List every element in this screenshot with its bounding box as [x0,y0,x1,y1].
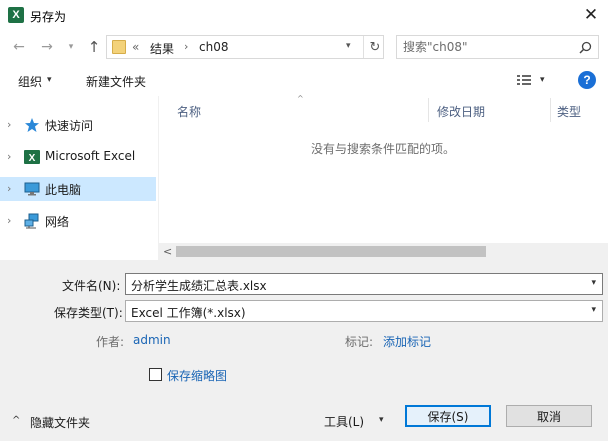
view-options-icon[interactable] [516,73,532,87]
column-separator[interactable] [428,98,429,122]
svg-text:X: X [29,153,36,164]
chevron-right-icon[interactable]: › [7,182,11,195]
filetype-select[interactable]: Excel 工作簿(*.xlsx) ▾ [125,300,603,322]
new-folder-button[interactable]: 新建文件夹 [86,73,146,90]
empty-results-message: 没有与搜索条件匹配的项。 [311,142,456,156]
chevron-down-icon[interactable]: ▾ [540,75,545,85]
chevron-right-icon[interactable]: › [7,214,11,227]
window-title: 另存为 [30,10,67,24]
network-icon [24,213,40,229]
save-thumbnail-checkbox[interactable] [149,368,162,381]
up-arrow-icon[interactable]: ↑ [84,37,104,57]
pane-divider[interactable] [158,96,159,260]
sidebar-item-label: 网络 [45,215,70,229]
chevron-down-icon[interactable]: ▾ [47,75,52,85]
chevron-right-icon[interactable]: › [7,118,11,131]
save-button[interactable]: 保存(S) [405,405,491,427]
breadcrumb-separator-icon[interactable]: › [184,40,188,53]
filename-label: 文件名(N): [62,279,121,293]
tools-button[interactable]: 工具(L) [324,413,364,430]
sidebar-item-quick-access[interactable]: › 快速访问 [0,113,156,137]
cancel-button[interactable]: 取消 [506,405,592,427]
filename-value[interactable]: 分析学生成绩汇总表.xlsx [131,277,267,294]
close-icon[interactable]: ✕ [580,4,602,26]
search-icon[interactable] [577,39,593,55]
column-separator[interactable] [550,98,551,122]
scrollbar-thumb[interactable] [176,246,486,257]
save-thumbnail-label[interactable]: 保存缩略图 [167,367,227,384]
excel-icon: X [24,149,40,165]
sidebar-item-network[interactable]: › 网络 [0,209,156,233]
address-divider [363,36,364,58]
folder-icon [112,40,126,54]
chevron-right-icon[interactable]: › [7,150,11,163]
breadcrumb-item[interactable]: 结果 [150,40,174,57]
chevron-down-icon[interactable]: ▾ [379,415,384,425]
breadcrumb-overflow[interactable]: « [132,40,139,54]
chevron-down-icon[interactable]: ▾ [591,278,596,288]
column-header-name[interactable]: 名称 [177,103,201,120]
address-dropdown-icon[interactable]: ▾ [346,41,351,51]
back-arrow-icon[interactable]: ← [9,37,29,57]
hide-folders-button[interactable]: 隐藏文件夹 [30,414,90,431]
breadcrumb-item[interactable]: ch08 [199,40,228,54]
computer-icon [24,181,40,197]
address-bar[interactable]: « 结果 › ch08 ▾ ↻ [106,35,384,59]
scroll-left-icon[interactable]: < [163,245,172,258]
chevron-down-icon[interactable]: ▾ [591,305,596,315]
sidebar-item-label: 快速访问 [45,119,94,133]
title-bar [0,0,608,32]
tags-label: 标记: [345,335,374,349]
author-label: 作者: [96,335,125,349]
column-header-modified[interactable]: 修改日期 [437,103,485,120]
filename-field[interactable]: 分析学生成绩汇总表.xlsx ▾ [125,273,603,295]
forward-arrow-icon[interactable]: → [37,37,57,57]
help-icon[interactable]: ? [578,71,596,89]
add-tags-link[interactable]: 添加标记 [383,333,431,350]
column-header-type[interactable]: 类型 [557,103,581,120]
filetype-label: 保存类型(T): [54,306,123,320]
horizontal-scrollbar[interactable]: < [159,243,608,260]
recent-locations-chevron-icon[interactable]: ▾ [64,39,78,55]
author-value[interactable]: admin [133,333,171,347]
sidebar-item-label: Microsoft Excel [45,149,136,163]
search-box[interactable] [396,35,599,59]
organize-button[interactable]: 组织 [18,73,42,90]
search-input[interactable] [403,39,573,55]
filetype-value[interactable]: Excel 工作簿(*.xlsx) [131,304,246,321]
refresh-icon[interactable]: ↻ [367,38,383,56]
chevron-up-icon[interactable]: ^ [12,415,20,426]
star-icon [24,117,40,133]
sort-ascending-icon: ^ [297,94,304,103]
sidebar-item-label: 此电脑 [45,183,82,197]
sidebar-item-this-pc[interactable]: › 此电脑 [0,177,156,201]
excel-icon: X [8,7,24,23]
sidebar-item-microsoft-excel[interactable]: › X Microsoft Excel [0,145,156,169]
